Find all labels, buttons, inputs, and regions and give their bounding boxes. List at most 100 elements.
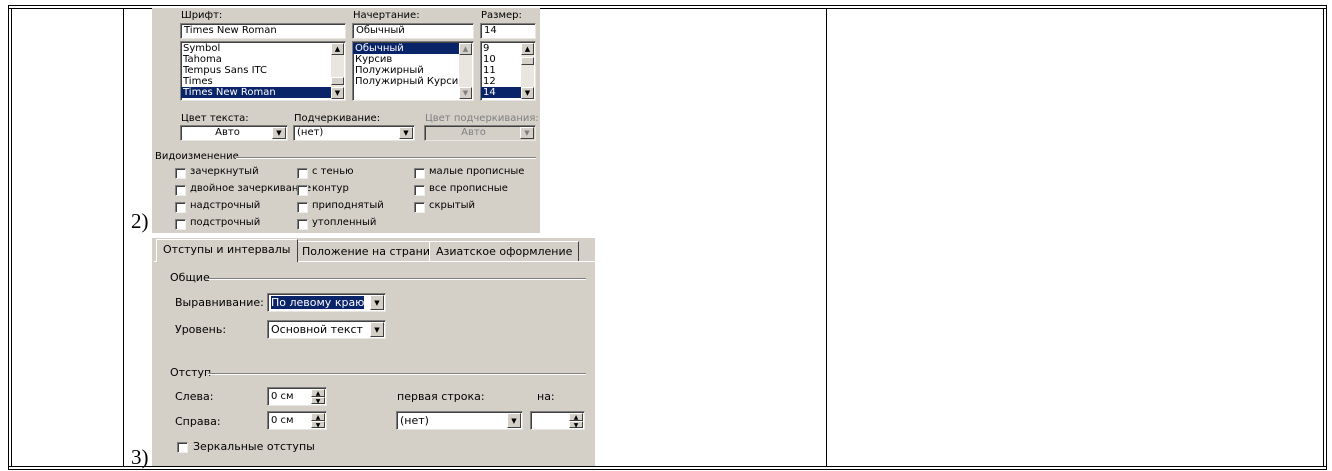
scroll-up-icon[interactable]: ▲ — [521, 43, 534, 55]
scroll-up-icon[interactable]: ▲ — [459, 43, 472, 55]
scroll-down-icon[interactable]: ▼ — [331, 87, 344, 99]
row-number-3: 3) — [131, 445, 149, 469]
font-list[interactable]: Symbol Tahoma Tempus Sans ITC Times Time… — [180, 41, 346, 101]
style-list-item[interactable]: Полужирный — [353, 65, 459, 76]
font-input[interactable]: Times New Roman — [180, 23, 346, 39]
table-border-bottom — [8, 466, 1327, 467]
left-indent-spinner[interactable]: ▲ ▼ — [311, 389, 325, 404]
mirror-indents-label[interactable]: Зеркальные отступы — [193, 440, 315, 453]
style-list-scrollbar[interactable]: ▲ ▼ — [459, 43, 472, 99]
engrave-label[interactable]: утопленный — [312, 217, 376, 228]
chevron-down-icon[interactable]: ▼ — [399, 127, 413, 139]
strikethrough-label[interactable]: зачеркнутый — [190, 166, 259, 177]
size-list-item[interactable]: 9 — [481, 43, 521, 54]
alignment-select[interactable]: По левому краю ▼ — [267, 293, 386, 312]
spin-up-icon[interactable]: ▲ — [311, 389, 325, 397]
by-input[interactable]: ▲ ▼ — [530, 411, 585, 430]
shadow-checkbox[interactable] — [297, 168, 308, 179]
scroll-thumb[interactable] — [331, 77, 344, 85]
double-strikethrough-checkbox[interactable] — [175, 185, 186, 196]
mirror-indents-checkbox[interactable] — [177, 442, 188, 453]
indent-separator — [208, 373, 586, 375]
style-list-item[interactable]: Полужирный Курсив — [353, 76, 464, 87]
style-list-item[interactable]: Курсив — [353, 54, 459, 65]
small-caps-checkbox[interactable] — [414, 168, 425, 179]
style-list[interactable]: Обычный Курсив Полужирный Полужирный Кур… — [352, 41, 474, 101]
subscript-checkbox[interactable] — [175, 219, 186, 230]
style-input-value: Обычный — [356, 25, 405, 36]
chevron-down-icon[interactable]: ▼ — [520, 127, 534, 139]
engrave-checkbox[interactable] — [297, 219, 308, 230]
chevron-down-icon[interactable]: ▼ — [272, 127, 286, 139]
all-caps-checkbox[interactable] — [414, 185, 425, 196]
strikethrough-checkbox[interactable] — [175, 168, 186, 179]
emboss-checkbox[interactable] — [297, 202, 308, 213]
shadow-label[interactable]: с тенью — [312, 166, 354, 177]
chevron-down-icon[interactable]: ▼ — [370, 322, 384, 337]
tab-page-position-label: Положение на странице — [302, 245, 445, 258]
effects-separator — [236, 157, 536, 159]
tab-indents-spacing[interactable]: Отступы и интервалы — [156, 239, 298, 262]
right-indent-value: 0 см — [271, 415, 294, 426]
style-input[interactable]: Обычный — [352, 23, 474, 39]
font-list-item[interactable]: Tempus Sans ITC — [181, 65, 331, 76]
scroll-thumb[interactable] — [521, 57, 534, 65]
level-value: Основной текст — [271, 323, 363, 336]
spin-up-icon[interactable]: ▲ — [569, 413, 583, 421]
size-list-item[interactable]: 11 — [481, 65, 521, 76]
size-input[interactable]: 14 — [480, 23, 536, 39]
tab-page-position[interactable]: Положение на странице — [295, 241, 452, 262]
subscript-label[interactable]: подстрочный — [190, 217, 260, 228]
underline-select[interactable]: (нет) ▼ — [293, 125, 415, 141]
effects-label: Видоизменение — [155, 151, 239, 162]
spin-up-icon[interactable]: ▲ — [311, 413, 325, 421]
underline-color-select[interactable]: Авто ▼ — [424, 125, 536, 141]
outline-label[interactable]: контур — [312, 183, 349, 194]
font-list-item[interactable]: Times — [181, 76, 331, 87]
style-list-item-selected[interactable]: Обычный — [353, 43, 459, 54]
scroll-down-icon[interactable]: ▼ — [459, 87, 472, 99]
text-color-select[interactable]: Авто ▼ — [180, 125, 288, 141]
left-indent-input[interactable]: 0 см ▲ ▼ — [267, 387, 327, 406]
general-separator — [208, 278, 586, 280]
size-list-item-selected[interactable]: 14 — [481, 87, 521, 98]
by-spinner[interactable]: ▲ ▼ — [569, 413, 583, 428]
size-list-scrollbar[interactable]: ▲ ▼ — [521, 43, 534, 99]
scroll-down-icon[interactable]: ▼ — [521, 87, 534, 99]
indent-section-label: Отступ — [170, 366, 212, 379]
superscript-label[interactable]: надстрочный — [190, 200, 260, 211]
right-indent-input[interactable]: 0 см ▲ ▼ — [267, 411, 327, 430]
font-list-item-selected[interactable]: Times New Roman — [181, 87, 331, 98]
scroll-up-icon[interactable]: ▲ — [331, 43, 344, 55]
size-input-value: 14 — [484, 25, 497, 36]
double-strikethrough-label[interactable]: двойное зачеркивание — [190, 183, 311, 194]
spin-down-icon[interactable]: ▼ — [311, 396, 325, 404]
emboss-label[interactable]: приподнятый — [312, 200, 384, 211]
size-list-item[interactable]: 10 — [481, 54, 521, 65]
first-line-select[interactable]: (нет) ▼ — [396, 411, 523, 430]
spin-down-icon[interactable]: ▼ — [311, 420, 325, 428]
table-border-left — [8, 5, 9, 470]
font-list-scrollbar[interactable]: ▲ ▼ — [331, 43, 344, 99]
hidden-label[interactable]: скрытый — [429, 200, 475, 211]
size-list-item[interactable]: 12 — [481, 76, 521, 87]
alignment-value: По левому краю — [269, 295, 366, 310]
level-select[interactable]: Основной текст ▼ — [267, 320, 386, 339]
font-list-item[interactable]: Tahoma — [181, 54, 331, 65]
underline-color-value: Авто — [461, 127, 486, 138]
hidden-checkbox[interactable] — [414, 202, 425, 213]
spin-down-icon[interactable]: ▼ — [569, 420, 583, 428]
chevron-down-icon[interactable]: ▼ — [370, 295, 384, 310]
small-caps-label[interactable]: малые прописные — [429, 166, 524, 177]
chevron-down-icon[interactable]: ▼ — [507, 413, 521, 428]
right-indent-spinner[interactable]: ▲ ▼ — [311, 413, 325, 428]
all-caps-label[interactable]: все прописные — [429, 183, 508, 194]
outline-checkbox[interactable] — [297, 185, 308, 196]
left-indent-value: 0 см — [271, 391, 294, 402]
superscript-checkbox[interactable] — [175, 202, 186, 213]
tab-asian-typography[interactable]: Азиатское оформление — [429, 241, 580, 262]
text-color-value: Авто — [215, 127, 240, 138]
size-list[interactable]: 9 10 11 12 14 ▲ ▼ — [480, 41, 536, 101]
font-list-item[interactable]: Symbol — [181, 43, 331, 54]
level-label: Уровень: — [175, 323, 227, 336]
